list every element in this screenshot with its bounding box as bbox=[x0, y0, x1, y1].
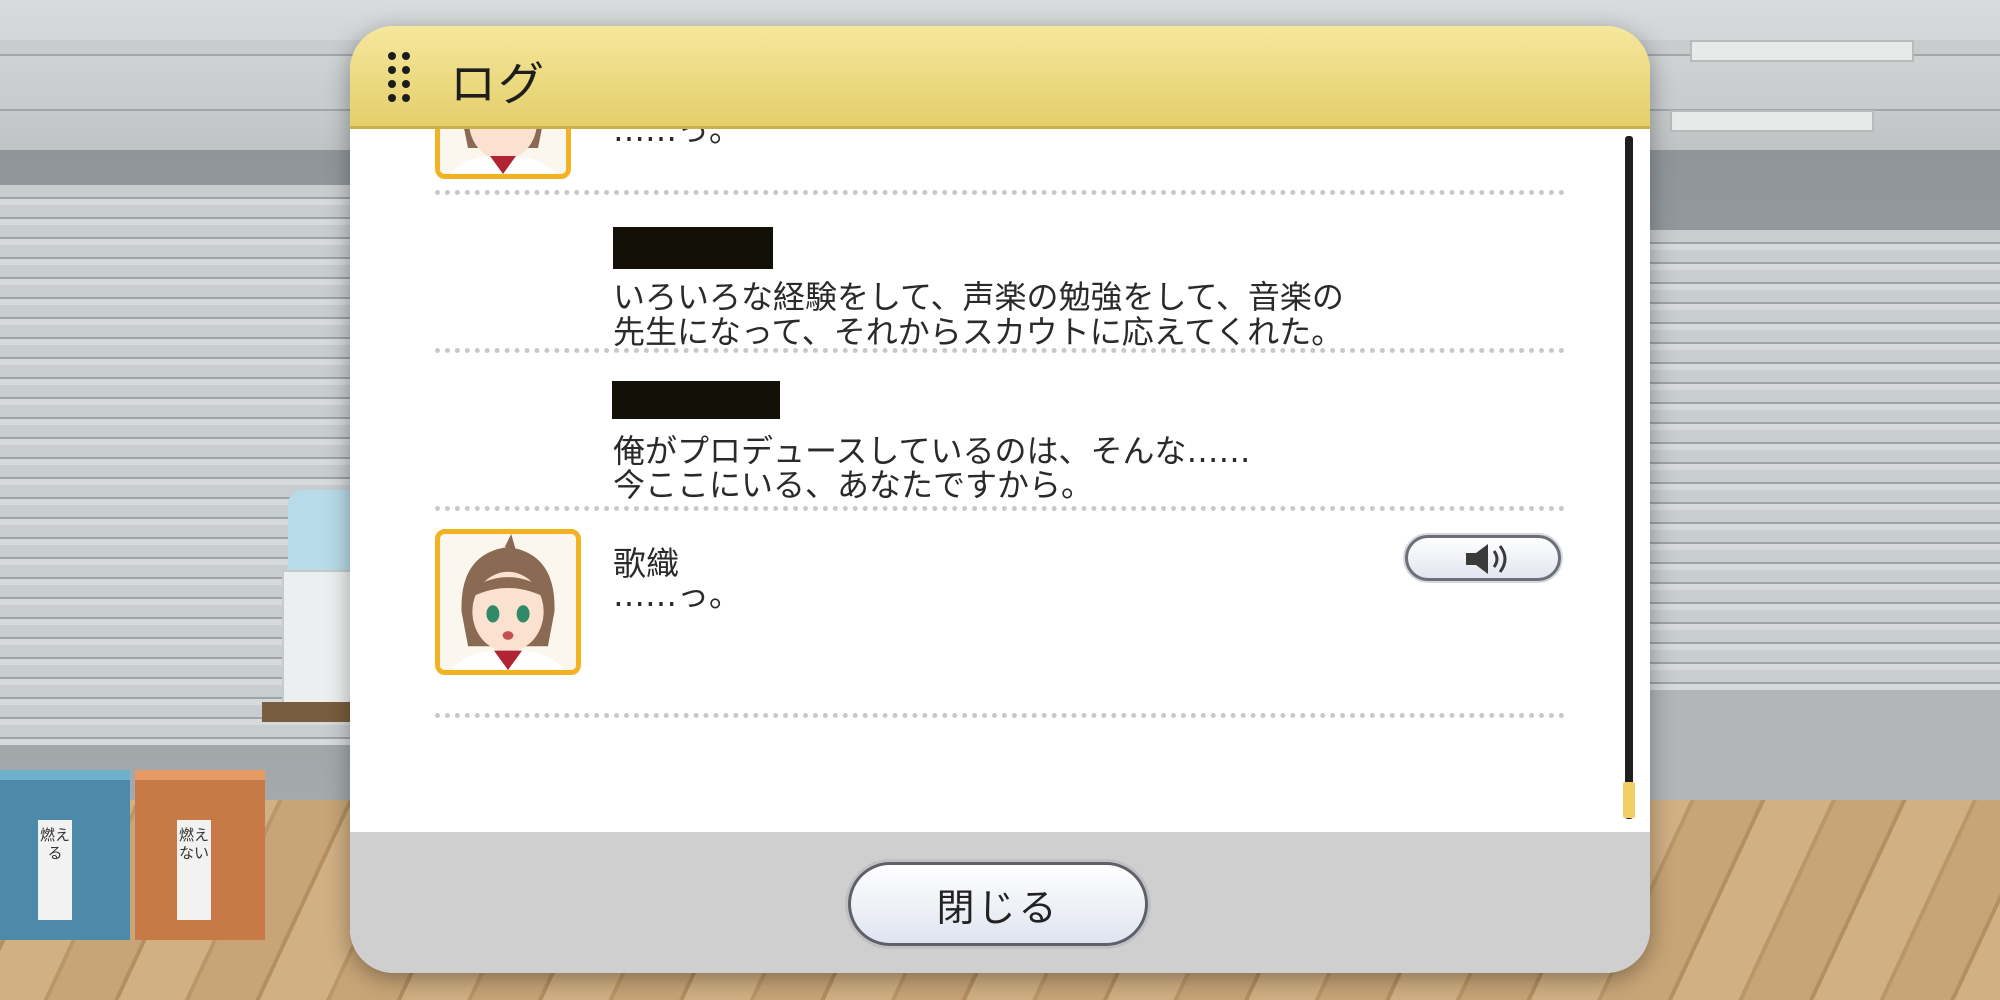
log-line-2: 先生になって、それからスカウトに応えてくれた。 bbox=[613, 313, 1344, 351]
entry-divider bbox=[435, 190, 1565, 195]
character-portrait-icon bbox=[440, 129, 566, 174]
log-line: ……っ。 bbox=[613, 129, 742, 149]
trash-bin-nonburnable: 燃えない bbox=[135, 770, 265, 940]
water-cooler-tank bbox=[288, 490, 358, 580]
log-dialog: ログ ……っ。 いろいろな経験をして、声楽の勉強をして、音楽の 先生になって、そ… bbox=[350, 26, 1650, 973]
log-list[interactable]: ……っ。 いろいろな経験をして、声楽の勉強をして、音楽の 先生になって、それから… bbox=[350, 129, 1650, 832]
character-avatar bbox=[435, 529, 581, 675]
dialog-footer: 閉じる bbox=[350, 832, 1650, 973]
bin-label: 燃える bbox=[38, 820, 72, 920]
dialog-title: ログ bbox=[450, 57, 546, 111]
log-line: ……っ。 bbox=[613, 576, 742, 614]
voice-replay-button[interactable] bbox=[1405, 535, 1561, 581]
scrollbar-thumb[interactable] bbox=[1623, 782, 1635, 818]
log-line-2: 今ここにいる、あなたですから。 bbox=[613, 466, 1094, 504]
trash-bin-burnable: 燃える bbox=[0, 770, 130, 940]
ceiling-light bbox=[1670, 110, 1874, 132]
character-avatar bbox=[435, 129, 571, 179]
ceiling-light bbox=[1690, 40, 1914, 62]
entry-divider bbox=[435, 506, 1565, 511]
drag-handle-icon[interactable] bbox=[388, 52, 412, 104]
close-button[interactable]: 閉じる bbox=[848, 862, 1148, 946]
entry-divider bbox=[435, 713, 1565, 718]
bin-label: 燃えない bbox=[177, 820, 211, 920]
scrollbar-track[interactable] bbox=[1625, 136, 1633, 819]
speaker-volume-icon bbox=[1466, 544, 1507, 574]
speaker-name-redacted bbox=[613, 227, 773, 269]
speaker-name-redacted bbox=[612, 381, 780, 419]
dialog-header[interactable]: ログ bbox=[350, 26, 1650, 129]
log-line-1: 俺がプロデュースしているのは、そんな…… bbox=[613, 432, 1251, 470]
character-portrait-icon bbox=[440, 534, 576, 670]
log-line-1: いろいろな経験をして、声楽の勉強をして、音楽の bbox=[613, 278, 1344, 316]
entry-divider bbox=[435, 348, 1565, 353]
window-blinds-right bbox=[1640, 230, 2000, 690]
